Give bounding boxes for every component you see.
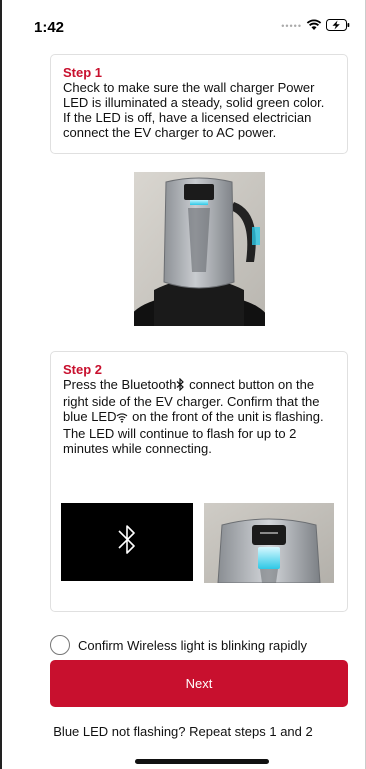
status-icons: ••••• <box>281 19 350 31</box>
charger-photo <box>134 172 265 326</box>
bluetooth-icon <box>117 522 137 563</box>
confirm-radio-button[interactable] <box>50 635 70 655</box>
repeat-steps-link[interactable]: Blue LED not flashing? Repeat steps 1 an… <box>0 724 366 739</box>
step1-card: Step 1 Check to make sure the wall charg… <box>50 54 348 154</box>
charger-led-photo <box>204 503 334 583</box>
status-bar: 1:42 ••••• <box>0 0 366 40</box>
step2-text-part1: Press the Bluetooth <box>63 377 177 392</box>
battery-charging-icon <box>326 19 350 31</box>
status-time: 1:42 <box>34 19 65 36</box>
home-indicator[interactable] <box>135 759 269 764</box>
step1-title: Step 1 <box>63 65 103 80</box>
signal-icon: ••••• <box>281 21 302 31</box>
step2-title: Step 2 <box>63 362 103 377</box>
wifi-led-inline-icon <box>116 411 128 426</box>
step2-text: Press the Bluetooth connect button on th… <box>63 377 335 456</box>
bluetooth-button-image <box>61 503 193 581</box>
next-button[interactable]: Next <box>50 660 348 707</box>
wifi-icon <box>306 19 322 31</box>
confirm-wireless-row[interactable]: Confirm Wireless light is blinking rapid… <box>50 633 348 657</box>
step1-text: Check to make sure the wall charger Powe… <box>63 80 325 140</box>
confirm-label: Confirm Wireless light is blinking rapid… <box>78 637 308 653</box>
